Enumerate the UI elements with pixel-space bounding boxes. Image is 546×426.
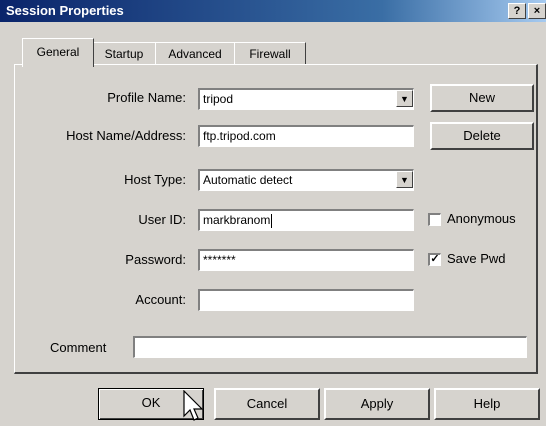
profile-name-label: Profile Name: bbox=[107, 90, 186, 105]
host-label: Host Name/Address: bbox=[66, 128, 186, 143]
user-id-value: markbranom bbox=[203, 213, 271, 227]
host-input[interactable]: ftp.tripod.com bbox=[198, 125, 414, 147]
comment-input[interactable] bbox=[133, 336, 527, 358]
anonymous-label: Anonymous bbox=[447, 211, 516, 226]
help-title-button[interactable]: ? bbox=[508, 3, 526, 19]
tab-advanced[interactable]: Advanced bbox=[155, 42, 235, 65]
new-button[interactable]: New bbox=[430, 84, 534, 112]
profile-name-select[interactable]: tripod ▼ bbox=[198, 88, 414, 110]
cancel-button[interactable]: Cancel bbox=[214, 388, 320, 420]
chevron-down-icon[interactable]: ▼ bbox=[396, 171, 413, 188]
tab-startup[interactable]: Startup bbox=[92, 42, 156, 65]
user-id-label: User ID: bbox=[138, 212, 186, 227]
host-type-label: Host Type: bbox=[124, 172, 186, 187]
title-bar: Session Properties ? × bbox=[0, 0, 546, 22]
apply-button[interactable]: Apply bbox=[324, 388, 430, 420]
anonymous-checkbox[interactable] bbox=[428, 213, 441, 226]
text-caret bbox=[271, 213, 273, 228]
save-pwd-checkbox[interactable]: ✓ bbox=[428, 253, 441, 266]
host-type-select[interactable]: Automatic detect ▼ bbox=[198, 169, 414, 191]
comment-label: Comment bbox=[50, 340, 107, 355]
help-button[interactable]: Help bbox=[434, 388, 540, 420]
chevron-down-icon[interactable]: ▼ bbox=[396, 90, 413, 107]
tab-general[interactable]: General bbox=[22, 38, 94, 67]
mouse-pointer-icon bbox=[183, 390, 204, 421]
delete-button[interactable]: Delete bbox=[430, 122, 534, 150]
window-title: Session Properties bbox=[6, 3, 124, 18]
host-type-value: Automatic detect bbox=[203, 173, 293, 187]
password-label: Password: bbox=[125, 252, 186, 267]
user-id-input[interactable]: markbranom bbox=[198, 209, 414, 231]
account-label: Account: bbox=[135, 292, 186, 307]
save-pwd-label: Save Pwd bbox=[447, 251, 506, 266]
password-input[interactable]: ******* bbox=[198, 249, 414, 271]
profile-name-value: tripod bbox=[203, 92, 234, 106]
tab-firewall[interactable]: Firewall bbox=[234, 42, 306, 65]
close-title-button[interactable]: × bbox=[528, 3, 546, 19]
account-input[interactable] bbox=[198, 289, 414, 311]
